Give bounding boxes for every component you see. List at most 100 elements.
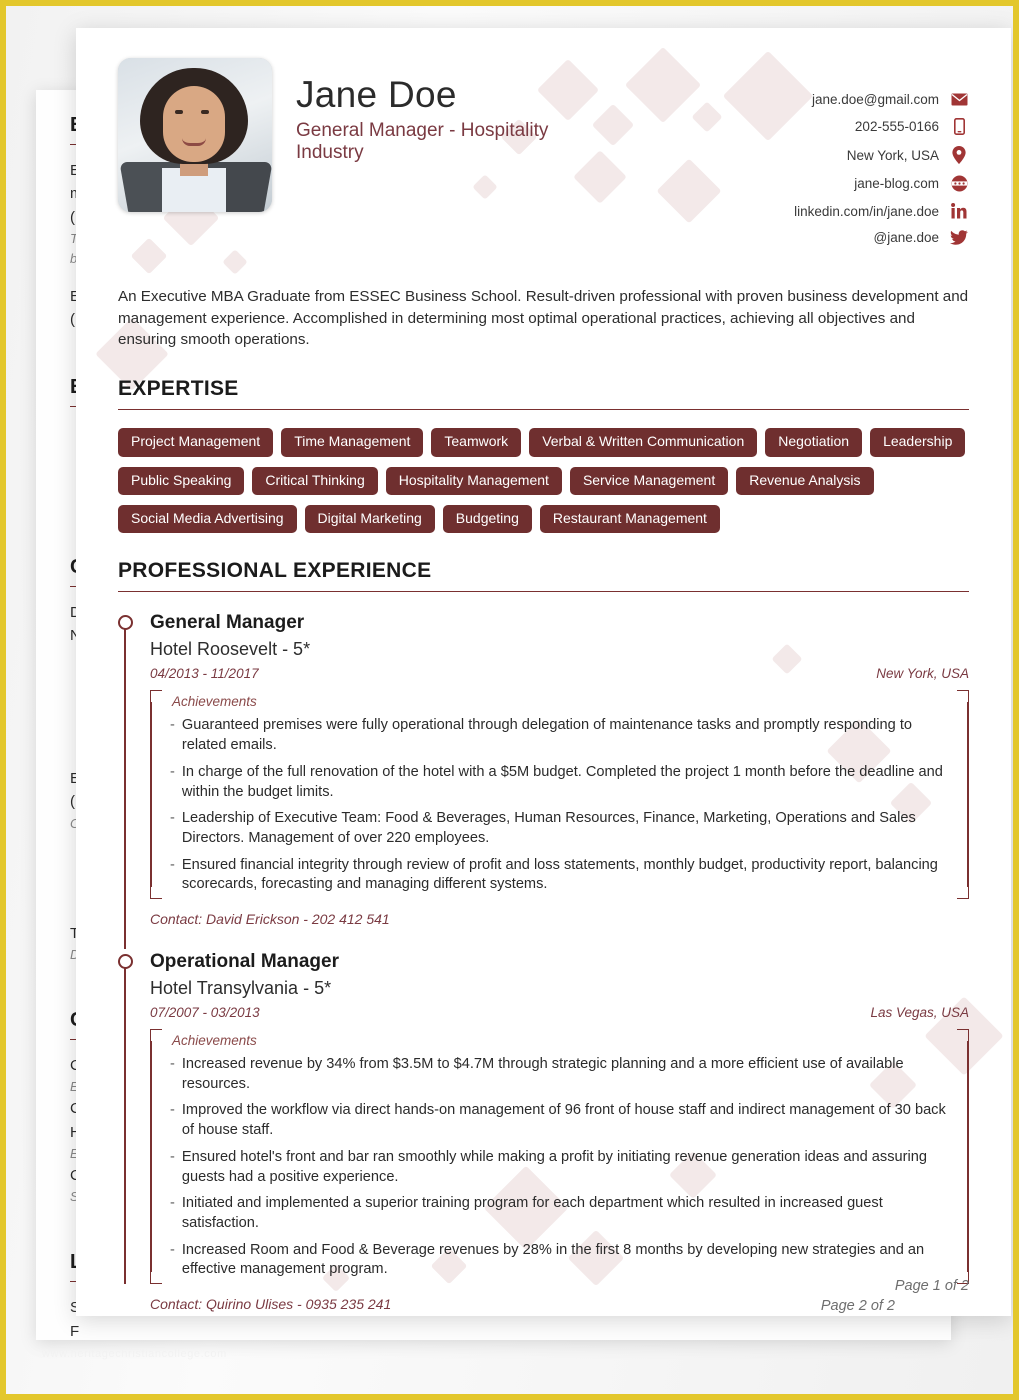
resume-page-1: Jane Doe General Manager - Hospitality I… — [76, 28, 1011, 1316]
achievements-box: Achievements - Guaranteed premises were f… — [150, 690, 969, 899]
job-location: Las Vegas, USA — [870, 1005, 969, 1021]
achievement-text: Increased Room and Food & Beverage reven… — [181, 1241, 925, 1278]
achievement-text: Guaranteed premises were fully operation… — [181, 717, 913, 754]
page-title: Jane Doe — [296, 74, 457, 115]
achievement-item: - Initiated and implemented a superior tr… — [170, 1194, 959, 1233]
job-meta: 07/2007 - 03/2013 Las Vegas, USA — [150, 1005, 969, 1020]
map-pin-icon — [949, 146, 969, 164]
achievement-item: - Leadership of Executive Team: Food & Be… — [170, 809, 959, 848]
achievement-item: - Increased Room and Food & Beverage reve… — [170, 1241, 959, 1280]
job-company: Hotel Transylvania - 5* — [150, 977, 332, 998]
expertise-tag[interactable]: Negotiation — [765, 428, 863, 457]
expertise-tag[interactable]: Teamwork — [431, 428, 522, 457]
contact-blog-text: jane-blog.com — [854, 176, 939, 191]
expertise-tag[interactable]: Digital Marketing — [304, 504, 435, 534]
achievement-item: - Increased revenue by 34% from $3.5M to … — [170, 1055, 959, 1094]
linkedin-icon — [949, 203, 969, 219]
expertise-tag[interactable]: Hospitality Management — [385, 466, 562, 495]
expertise-tag[interactable]: Critical Thinking — [252, 466, 378, 495]
expertise-tag[interactable]: Time Management — [281, 428, 424, 457]
page-1-footer: Page 1 of 2 — [894, 1278, 969, 1294]
experience-section-rule — [118, 591, 969, 593]
bullet-dash-icon: - — [170, 1241, 175, 1258]
achievements-label: Achievements — [172, 1033, 257, 1049]
profile-summary: An Executive MBA Graduate from ESSEC Bus… — [118, 288, 969, 349]
achievement-text: Initiated and implemented a superior tra… — [181, 1195, 883, 1231]
expertise-tag[interactable]: Project Management — [118, 428, 274, 457]
job-title: General Manager — [150, 612, 305, 634]
bullet-dash-icon: - — [170, 810, 175, 827]
contact-item-twitter[interactable]: @jane.doe — [794, 230, 969, 245]
resume-header: Jane Doe General Manager - Hospitality I… — [118, 58, 969, 256]
outer-frame: E E m ( T b E ( E C D N E ( C T D C C E … — [0, 0, 1019, 1400]
site-watermark: www.heritagechristiancollege.com — [42, 1348, 227, 1360]
job-location: New York, USA — [876, 666, 969, 682]
expertise-section-title: EXPERTISE — [118, 377, 239, 401]
bullet-dash-icon: - — [170, 1056, 175, 1073]
contact-twitter-text: @jane.doe — [873, 230, 939, 245]
bullet-dash-icon: - — [170, 1148, 175, 1165]
achievement-text: Leadership of Executive Team: Food & Bev… — [181, 810, 916, 846]
experience-entry: General Manager Hotel Roosevelt - 5* 04/… — [118, 612, 969, 949]
contact-item-linkedin[interactable]: linkedin.com/in/jane.doe — [794, 203, 969, 219]
contact-item-phone[interactable]: 202-555-0166 — [794, 118, 969, 135]
mobile-phone-icon — [949, 118, 969, 135]
job-company: Hotel Roosevelt - 5* — [150, 639, 311, 660]
expertise-tag[interactable]: Leadership — [870, 428, 966, 457]
experience-section-title: PROFESSIONAL EXPERIENCE — [118, 559, 432, 583]
job-title: Operational Manager — [150, 950, 339, 972]
contact-list: jane.doe@gmail.com 202-555-0166 New York… — [794, 58, 969, 256]
expertise-section-rule — [118, 409, 969, 411]
back-line: F — [70, 1322, 80, 1340]
bullet-dash-icon: - — [170, 1102, 175, 1119]
contact-item-blog[interactable]: jane-blog.com — [794, 175, 969, 192]
bullet-dash-icon: - — [170, 717, 175, 734]
contact-location-text: New York, USA — [846, 147, 939, 163]
timeline-marker-icon — [118, 615, 133, 631]
bullet-dash-icon: - — [170, 763, 175, 780]
page-2-footer: Page 2 of 2 — [820, 1298, 895, 1314]
contact-email-text: jane.doe@gmail.com — [811, 92, 939, 107]
envelope-icon — [949, 93, 969, 106]
expertise-tag[interactable]: Public Speaking — [118, 466, 245, 495]
expertise-tag[interactable]: Social Media Advertising — [118, 504, 297, 534]
expertise-tag[interactable]: Verbal & Written Communication — [529, 428, 758, 457]
job-reference-contact: Contact: David Erickson - 202 412 541 — [150, 910, 390, 927]
contact-item-location[interactable]: New York, USA — [794, 146, 969, 164]
achievement-item: - Ensured financial integrity through rev… — [170, 856, 959, 895]
achievement-item: - Guaranteed premises were fully operatio… — [170, 716, 959, 755]
achievements-box: Achievements - Increased revenue by 34% f… — [150, 1029, 969, 1284]
achievement-text: Ensured financial integrity through revi… — [181, 856, 938, 893]
avatar — [118, 58, 272, 212]
expertise-tag[interactable]: Revenue Analysis — [736, 466, 874, 495]
achievement-item: - In charge of the full renovation of the… — [170, 763, 959, 802]
contact-item-email[interactable]: jane.doe@gmail.com — [794, 92, 969, 107]
achievement-text: Improved the workflow via direct hands-o… — [181, 1102, 946, 1139]
expertise-tag[interactable]: Budgeting — [442, 504, 532, 534]
twitter-icon — [949, 230, 969, 245]
blog-globe-icon — [949, 175, 969, 192]
job-role-subtitle: General Manager - Hospitality Industry — [296, 119, 549, 164]
job-meta: 04/2013 - 11/2017 New York, USA — [150, 666, 969, 681]
experience-entry: Operational Manager Hotel Transylvania -… — [118, 951, 969, 1312]
name-and-role: Jane Doe General Manager - Hospitality I… — [296, 58, 794, 165]
contact-linkedin-text: linkedin.com/in/jane.doe — [794, 203, 939, 219]
achievements-label: Achievements — [172, 694, 257, 710]
expertise-tag-list: Project Management Time Management Teamw… — [118, 428, 969, 534]
achievement-text: Ensured hotel's front and bar ran smooth… — [181, 1148, 927, 1185]
achievement-text: Increased revenue by 34% from $3.5M to $… — [181, 1056, 904, 1092]
expertise-tag[interactable]: Restaurant Management — [539, 504, 720, 534]
bullet-dash-icon: - — [170, 856, 175, 873]
timeline-marker-icon — [118, 953, 133, 969]
achievement-item: - Improved the workflow via direct hands-… — [170, 1101, 959, 1140]
bullet-dash-icon: - — [170, 1195, 175, 1212]
expertise-tag[interactable]: Service Management — [569, 466, 729, 495]
achievement-text: In charge of the full renovation of the … — [181, 763, 943, 800]
contact-phone-text: 202-555-0166 — [854, 119, 939, 134]
job-dates: 07/2007 - 03/2013 — [150, 1005, 260, 1021]
job-dates: 04/2013 - 11/2017 — [150, 666, 259, 682]
timeline-line — [124, 621, 127, 949]
timeline-line — [124, 959, 127, 1284]
achievement-item: - Ensured hotel's front and bar ran smoot… — [170, 1148, 959, 1187]
experience-list: General Manager Hotel Roosevelt - 5* 04/… — [118, 612, 969, 1312]
